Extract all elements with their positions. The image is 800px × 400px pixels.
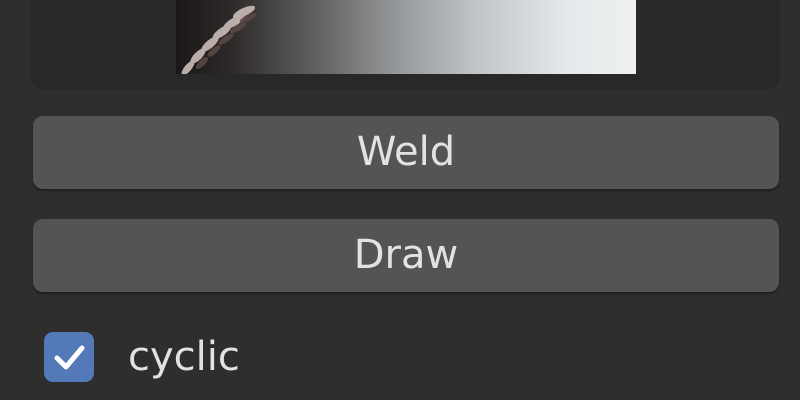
cyclic-checkbox[interactable] [44,332,94,382]
weld-button[interactable]: Weld [33,116,779,189]
checkmark-icon [54,345,85,370]
properties-panel: Weld Draw cyclic [0,0,800,400]
brush-preview-thumbnail[interactable] [176,0,636,74]
cyclic-label: cyclic [128,334,240,380]
preview-image [181,5,257,74]
draw-button[interactable]: Draw [33,219,779,292]
cyclic-option[interactable]: cyclic [44,330,240,384]
